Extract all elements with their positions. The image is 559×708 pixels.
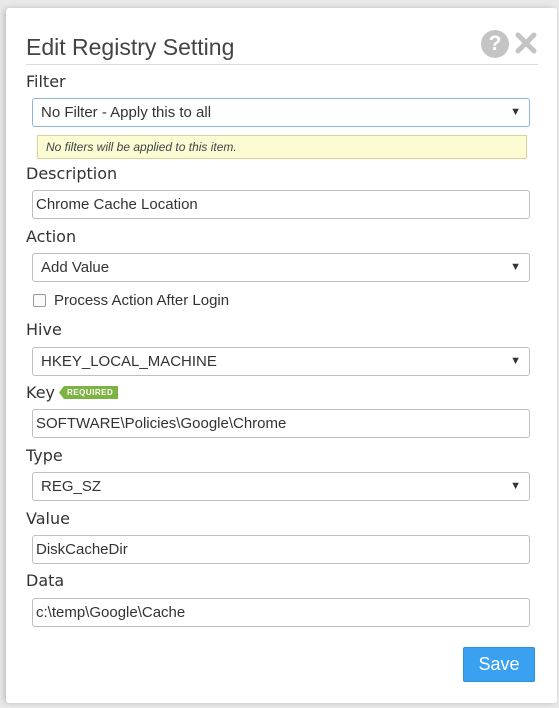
- data-label: Data: [26, 571, 65, 590]
- dialog-title: Edit Registry Setting: [26, 34, 235, 60]
- process-after-login-label[interactable]: Process Action After Login: [54, 292, 229, 309]
- description-label: Description: [26, 164, 118, 183]
- required-badge: REQUIRED: [59, 386, 119, 399]
- key-label: Key: [26, 383, 56, 402]
- value-value: DiskCacheDir: [36, 541, 128, 558]
- chevron-down-icon: ▼: [510, 261, 521, 273]
- value-label: Value: [26, 509, 70, 528]
- chevron-down-icon: ▼: [510, 480, 521, 492]
- action-label: Action: [26, 227, 77, 246]
- hive-select[interactable]: HKEY_LOCAL_MACHINE ▼: [32, 347, 530, 376]
- key-value: SOFTWARE\Policies\Google\Chrome: [36, 415, 287, 432]
- action-select[interactable]: Add Value ▼: [32, 253, 530, 282]
- hive-label: Hive: [26, 320, 62, 339]
- chevron-down-icon: ▼: [510, 106, 521, 118]
- description-value: Chrome Cache Location: [36, 196, 198, 213]
- title-divider: [26, 64, 538, 65]
- action-select-value: Add Value: [41, 259, 110, 276]
- data-input[interactable]: c:\temp\Google\Cache: [32, 598, 530, 627]
- key-input[interactable]: SOFTWARE\Policies\Google\Chrome: [32, 409, 530, 438]
- filter-label: Filter: [26, 72, 66, 91]
- filter-select-value: No Filter - Apply this to all: [41, 104, 212, 121]
- filter-hint: No filters will be applied to this item.: [37, 135, 527, 159]
- process-after-login-checkbox[interactable]: [33, 294, 46, 307]
- type-select-value: REG_SZ: [41, 478, 102, 495]
- value-input[interactable]: DiskCacheDir: [32, 535, 530, 564]
- filter-select[interactable]: No Filter - Apply this to all ▼: [32, 98, 530, 127]
- close-icon[interactable]: [513, 30, 539, 56]
- save-button[interactable]: Save: [463, 647, 535, 682]
- type-label: Type: [26, 446, 63, 465]
- hive-select-value: HKEY_LOCAL_MACHINE: [41, 353, 217, 370]
- data-value: c:\temp\Google\Cache: [36, 604, 186, 621]
- description-input[interactable]: Chrome Cache Location: [32, 190, 530, 219]
- chevron-down-icon: ▼: [510, 355, 521, 367]
- help-icon[interactable]: ?: [481, 30, 509, 58]
- edit-registry-dialog: Edit Registry Setting ? Filter No Filter…: [6, 8, 557, 703]
- type-select[interactable]: REG_SZ ▼: [32, 472, 530, 501]
